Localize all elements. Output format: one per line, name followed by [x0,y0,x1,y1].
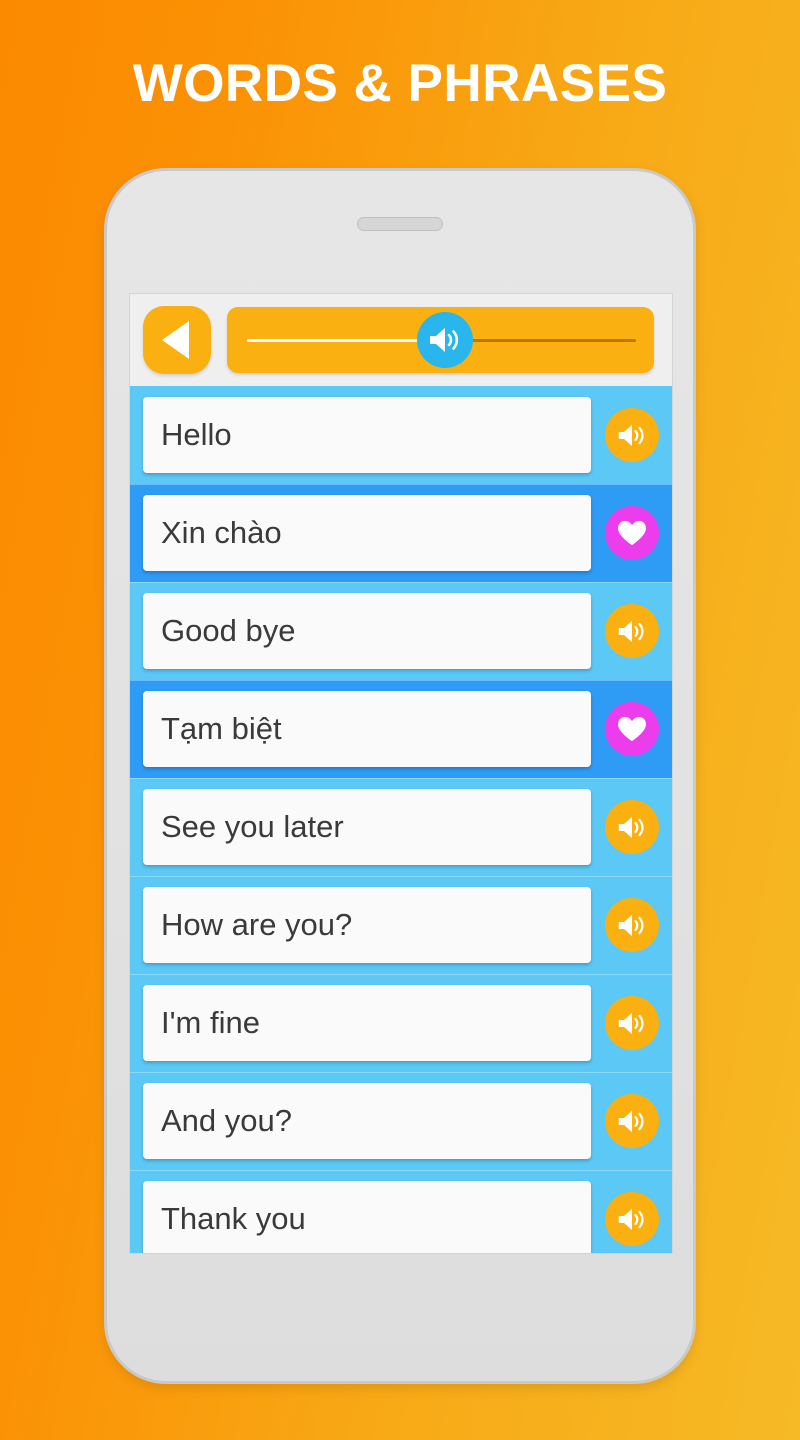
phrase-card[interactable]: Good bye [143,593,591,669]
favorite-button[interactable] [591,506,672,560]
phrase-card[interactable]: I'm fine [143,985,591,1061]
phrase-text: Good bye [161,614,296,648]
play-audio-button[interactable] [591,800,672,854]
phrase-text: Thank you [161,1202,306,1236]
phrase-text: I'm fine [161,1006,260,1040]
table-row[interactable]: Thank you [130,1170,672,1253]
play-audio-button[interactable] [591,1094,672,1148]
play-audio-button[interactable] [591,996,672,1050]
table-row[interactable]: I'm fine [130,974,672,1072]
speaker-icon [604,898,659,952]
heart-icon [604,702,659,756]
play-audio-button[interactable] [591,1192,672,1246]
slider-track-fill [247,339,446,342]
table-row[interactable]: Good bye [130,582,672,680]
phrase-text: Xin chào [161,516,282,550]
volume-slider[interactable] [227,307,654,373]
speaker-icon [604,800,659,854]
slider-thumb-speaker-icon[interactable] [416,312,473,368]
promo-screenshot: WORDS & PHRASES Hello Xin chào Good bye … [0,0,800,1440]
table-row[interactable]: And you? [130,1072,672,1170]
phrase-card[interactable]: How are you? [143,887,591,963]
speaker-icon [604,408,659,462]
phrase-text: See you later [161,810,344,844]
play-audio-button[interactable] [591,604,672,658]
phrase-list: Hello Xin chào Good bye Tạm biệt See you… [130,386,672,1253]
phrase-text: Tạm biệt [161,712,282,746]
table-row[interactable]: Xin chào [130,484,672,582]
speaker-icon [604,996,659,1050]
phrase-card[interactable]: Hello [143,397,591,473]
phrase-card[interactable]: Xin chào [143,495,591,571]
play-audio-button[interactable] [591,408,672,462]
speaker-icon [604,1094,659,1148]
phone-mockup: Hello Xin chào Good bye Tạm biệt See you… [104,168,696,1384]
phrase-text: How are you? [161,908,353,942]
phrase-text: And you? [161,1104,292,1138]
heart-icon [604,506,659,560]
play-audio-button[interactable] [591,898,672,952]
table-row[interactable]: See you later [130,778,672,876]
phrase-card[interactable]: Tạm biệt [143,691,591,767]
speaker-icon [604,604,659,658]
page-title: WORDS & PHRASES [132,54,668,113]
phrase-card[interactable]: See you later [143,789,591,865]
speaker-icon [604,1192,659,1246]
favorite-button[interactable] [591,702,672,756]
table-row[interactable]: Tạm biệt [130,680,672,778]
table-row[interactable]: Hello [130,386,672,484]
play-left-triangle-icon [161,321,189,359]
earpiece-speaker-icon [357,217,443,231]
phrase-card[interactable]: Thank you [143,1181,591,1253]
phrase-card[interactable]: And you? [143,1083,591,1159]
phone-screen: Hello Xin chào Good bye Tạm biệt See you… [129,293,673,1254]
app-toolbar [130,294,672,386]
back-button[interactable] [143,306,211,374]
phrase-text: Hello [161,418,232,452]
table-row[interactable]: How are you? [130,876,672,974]
